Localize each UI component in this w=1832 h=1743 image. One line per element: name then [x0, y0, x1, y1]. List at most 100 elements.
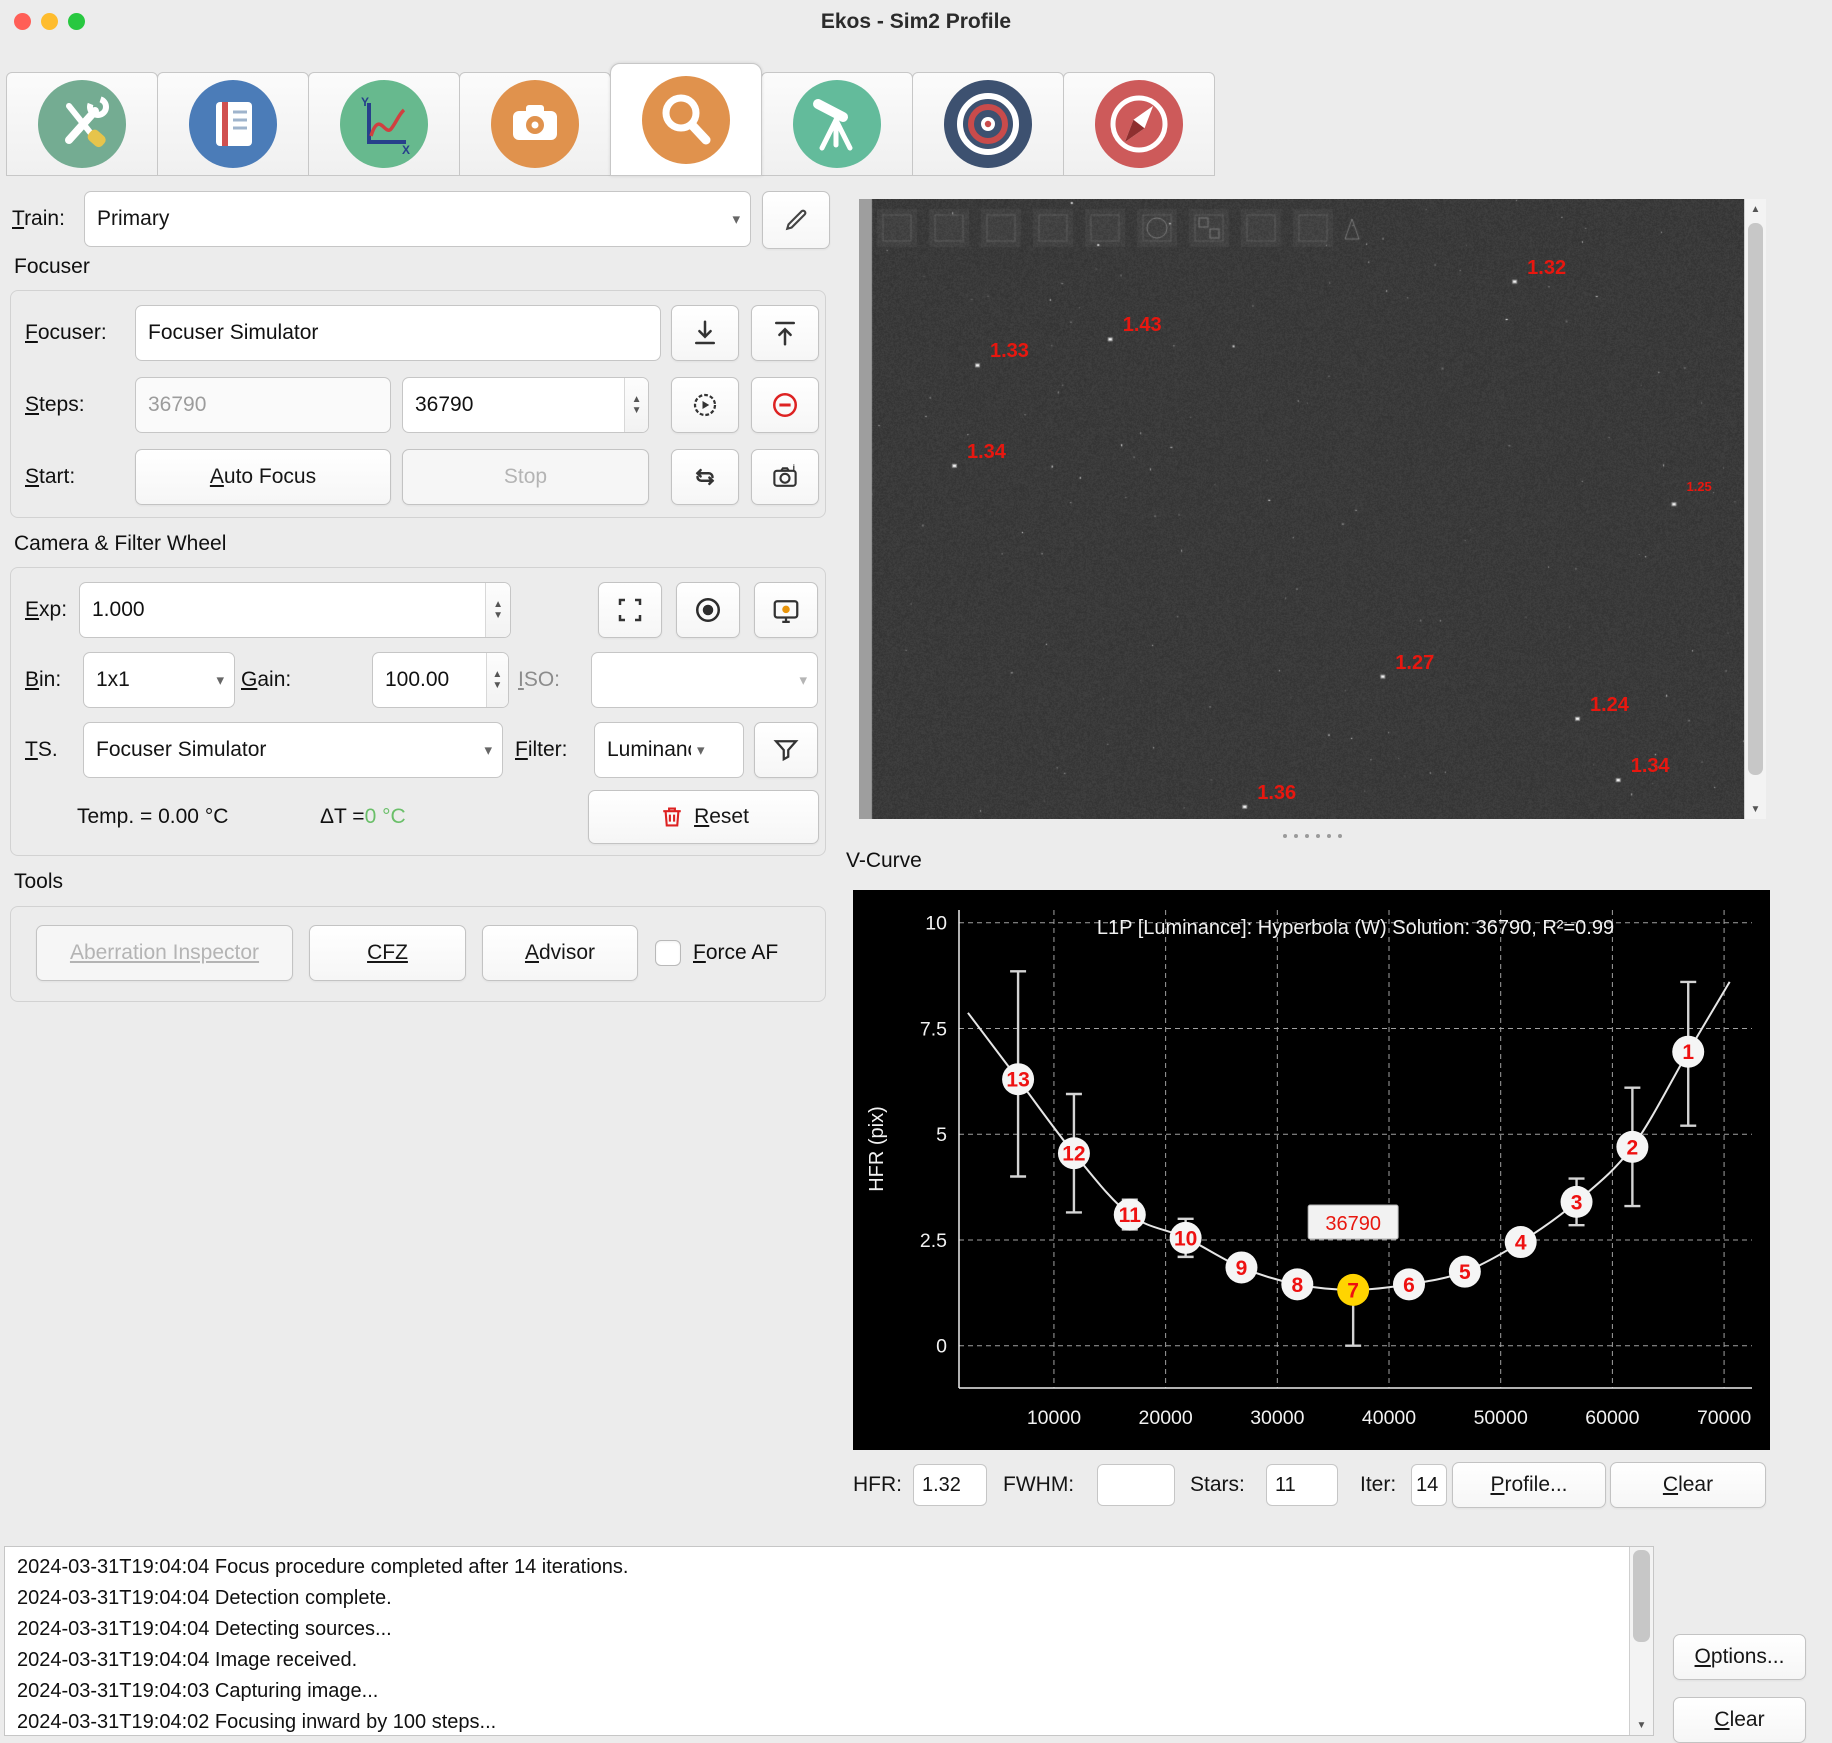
- force-af-checkbox[interactable]: [655, 940, 681, 966]
- log-line: 2024-03-31T19:04:04 Focus procedure comp…: [17, 1552, 1621, 1583]
- funnel-icon: [771, 735, 801, 765]
- svg-text:2.5: 2.5: [920, 1230, 947, 1252]
- circle-minus-icon: [770, 390, 800, 420]
- eye-icon: [693, 595, 723, 625]
- bin-select[interactable]: 1x1▾: [83, 652, 235, 708]
- tab-capture[interactable]: [459, 72, 611, 176]
- svg-text:6: 6: [1403, 1274, 1415, 1297]
- focus-in-button[interactable]: [671, 305, 739, 361]
- edit-train-button[interactable]: [762, 191, 830, 249]
- tab-align[interactable]: [912, 72, 1064, 176]
- live-view-button[interactable]: [676, 582, 740, 638]
- svg-text:2: 2: [1627, 1136, 1639, 1159]
- filterwheel-select[interactable]: Focuser Simulator▾: [83, 722, 503, 778]
- tab-focus[interactable]: [610, 63, 762, 176]
- image-scrollbar-thumb[interactable]: [1748, 223, 1763, 775]
- tab-guide[interactable]: [1063, 72, 1215, 176]
- tab-setup[interactable]: [6, 72, 158, 176]
- focus-out-button[interactable]: [751, 305, 819, 361]
- image-scrollbar[interactable]: ▲ ▼: [1744, 199, 1766, 819]
- snapshot-button[interactable]: i: [751, 449, 819, 505]
- camera-info-icon: i: [770, 462, 800, 492]
- autofocus-loop-button[interactable]: [671, 449, 739, 505]
- delta-temperature-text: ΔT = 0 °C: [320, 790, 406, 844]
- gain-label: Gain:: [241, 652, 291, 708]
- trash-icon: [658, 803, 686, 831]
- svg-text:10: 10: [1174, 1227, 1197, 1250]
- framing-button[interactable]: [598, 582, 662, 638]
- hfr-annotation: 1.24: [1590, 694, 1629, 717]
- profile-button[interactable]: Profile...: [1452, 1462, 1606, 1508]
- train-select[interactable]: Primary▾: [84, 191, 751, 247]
- log-scrollbar-thumb[interactable]: [1633, 1550, 1650, 1642]
- splitter-handle[interactable]: [859, 831, 1766, 841]
- log-line: 2024-03-31T19:04:02 Focusing inward by 1…: [17, 1707, 1621, 1735]
- scroll-up-icon[interactable]: ▲: [1745, 199, 1766, 219]
- camera-group-title: Camera & Filter Wheel: [14, 532, 226, 556]
- module-tabbar: Y X: [6, 72, 1214, 176]
- svg-text:7.5: 7.5: [920, 1018, 947, 1040]
- steps-label: Steps:: [25, 377, 85, 433]
- scroll-down-icon[interactable]: ▼: [1745, 799, 1766, 819]
- scroll-down-icon[interactable]: ▼: [1630, 1715, 1653, 1735]
- stars-field: 11: [1266, 1464, 1338, 1506]
- filter-settings-button[interactable]: [754, 722, 818, 778]
- log-lines: 2024-03-31T19:04:04 Focus procedure comp…: [17, 1552, 1621, 1735]
- spinner-arrows[interactable]: ▲▼: [485, 583, 510, 637]
- align-icon: [942, 78, 1034, 170]
- svg-text:70000: 70000: [1697, 1407, 1751, 1429]
- minimize-button[interactable]: [41, 13, 58, 30]
- cfz-button[interactable]: CFZ: [309, 925, 466, 981]
- advisor-button[interactable]: Advisor: [482, 925, 638, 981]
- svg-text:3: 3: [1571, 1191, 1583, 1214]
- motion-settings-button[interactable]: [671, 377, 739, 433]
- tab-mount[interactable]: [761, 72, 913, 176]
- chevron-down-icon: ▾: [732, 210, 740, 228]
- video-stream-button[interactable]: [754, 582, 818, 638]
- zoom-button[interactable]: [68, 13, 85, 30]
- steps-target-spinner[interactable]: ▲▼: [402, 377, 649, 433]
- reset-button[interactable]: Reset: [588, 790, 819, 844]
- iter-label: Iter:: [1360, 1462, 1396, 1508]
- options-button[interactable]: Options...: [1673, 1634, 1806, 1680]
- aberration-inspector-button: Aberration Inspector: [36, 925, 293, 981]
- corner-brackets-icon: [615, 595, 645, 625]
- svg-text:40000: 40000: [1362, 1407, 1416, 1429]
- steps-current-field: 36790: [135, 377, 391, 433]
- tab-analyze[interactable]: Y X: [308, 72, 460, 176]
- log-line: 2024-03-31T19:04:04 Detecting sources...: [17, 1614, 1621, 1645]
- log-line: 2024-03-31T19:04:04 Detection complete.: [17, 1583, 1621, 1614]
- y-axis-label: HFR (pix): [866, 1106, 888, 1192]
- svg-text:i: i: [793, 463, 796, 473]
- filter-select[interactable]: Luminance▾: [594, 722, 744, 778]
- log-line: 2024-03-31T19:04:03 Capturing image...: [17, 1676, 1621, 1707]
- log-scrollbar[interactable]: ▼: [1629, 1547, 1653, 1735]
- analyze-icon: Y X: [338, 78, 430, 170]
- svg-text:50000: 50000: [1474, 1407, 1528, 1429]
- spinner-arrows[interactable]: ▲▼: [486, 653, 508, 707]
- hfr-annotation: 1.34: [1631, 755, 1670, 778]
- vcurve-title: L1P [Luminance]: Hyperbola (W) Solution:…: [1097, 917, 1614, 939]
- tab-scheduler[interactable]: [157, 72, 309, 176]
- hfr-annotation: 1.36: [1257, 782, 1296, 805]
- ts-label: TS.: [25, 722, 58, 778]
- clear-curve-button[interactable]: Clear: [1610, 1462, 1766, 1508]
- exp-spinner[interactable]: ▲▼: [79, 582, 511, 638]
- camera-group: Exp: ▲▼ Bin: 1x1▾ Gain: ▲▼ ISO: ▾ TS. Fo…: [10, 567, 826, 856]
- svg-text:10000: 10000: [1027, 1407, 1081, 1429]
- clear-log-button[interactable]: Clear: [1673, 1697, 1806, 1743]
- ekos-window: Ekos - Sim2 Profile: [0, 0, 1832, 1736]
- spinner-arrows[interactable]: ▲▼: [624, 378, 648, 432]
- hfr-annotation: 1.32: [1527, 257, 1566, 280]
- svg-text:8: 8: [1291, 1274, 1303, 1297]
- hfr-annotations: 1.321.431.331.341.271.241.341.361.25: [859, 199, 1744, 819]
- chevron-down-icon: ▾: [484, 741, 492, 759]
- focuser-input[interactable]: [135, 305, 661, 361]
- scheduler-icon: [187, 78, 279, 170]
- arrow-up-from-bar-icon: [770, 318, 800, 348]
- tools-group-title: Tools: [14, 870, 63, 894]
- abort-motion-button[interactable]: [751, 377, 819, 433]
- gain-spinner[interactable]: ▲▼: [372, 652, 509, 708]
- close-button[interactable]: [14, 13, 31, 30]
- auto-focus-button[interactable]: Auto Focus: [135, 449, 391, 505]
